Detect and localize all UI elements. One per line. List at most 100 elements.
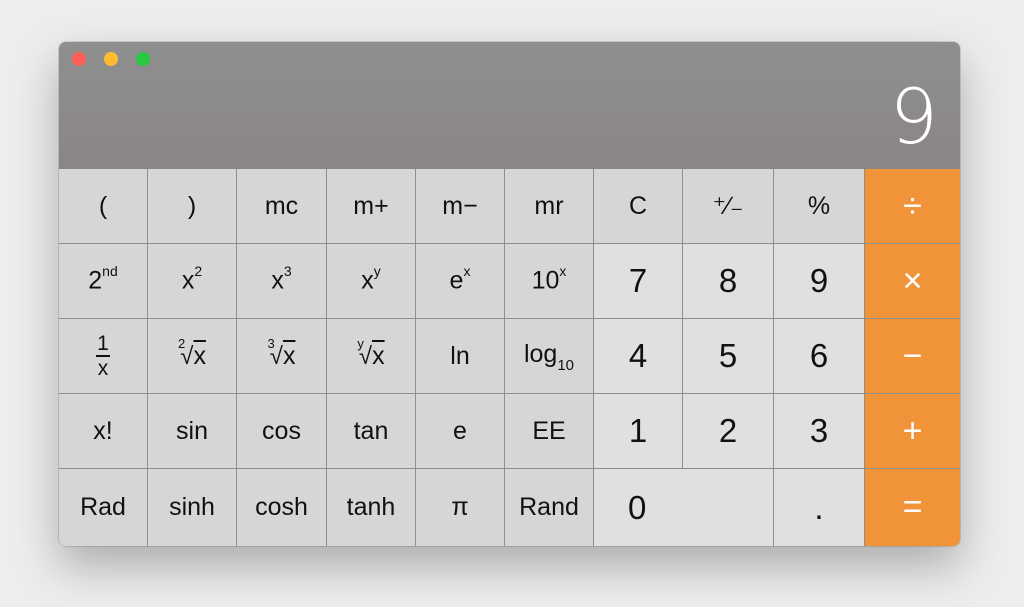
ten-power-x-exp: x — [559, 263, 567, 280]
digit-5-button[interactable]: 5 — [683, 319, 774, 394]
minimize-button[interactable] — [104, 52, 118, 66]
digit-4-button[interactable]: 4 — [594, 319, 683, 394]
x-cubed-base: x — [271, 266, 284, 295]
percent-button[interactable]: % — [774, 169, 865, 244]
equals-button[interactable]: = — [865, 469, 960, 546]
reciprocal-button[interactable]: 1 x — [59, 319, 148, 394]
ee-label: EE — [532, 416, 566, 445]
x-power-y-label: xy — [361, 263, 381, 295]
clear-label: C — [628, 191, 648, 220]
reciprocal-numerator: 1 — [97, 332, 109, 355]
digit-3-button[interactable]: 3 — [774, 394, 865, 469]
digit-6-label: 6 — [809, 337, 829, 374]
x-cubed-label: x3 — [271, 263, 291, 295]
reciprocal-label: 1 x — [96, 333, 110, 379]
close-paren-button[interactable]: ) — [148, 169, 237, 244]
log10-label: log10 — [523, 340, 575, 374]
display-panel: 9 — [59, 42, 960, 169]
second-function-button[interactable]: 2nd — [59, 244, 148, 319]
rad-label: Rad — [80, 493, 126, 521]
x-squared-label: x2 — [181, 263, 203, 295]
sin-label: sin — [176, 416, 208, 445]
x-cubed-button[interactable]: x3 — [237, 244, 327, 319]
y-root-index: y — [357, 336, 364, 352]
digit-2-button[interactable]: 2 — [683, 394, 774, 469]
mr-label: mr — [534, 191, 564, 220]
clear-button[interactable]: C — [594, 169, 683, 244]
digit-1-button[interactable]: 1 — [594, 394, 683, 469]
reciprocal-denominator: x — [97, 357, 109, 380]
cube-root-label: 3√x — [268, 336, 296, 371]
x-squared-base: x — [181, 266, 195, 295]
sign-toggle-label: ⁺∕₋ — [712, 192, 744, 220]
x-squared-button[interactable]: x2 — [148, 244, 237, 319]
m-minus-button[interactable]: m− — [416, 169, 505, 244]
open-paren-button[interactable]: ( — [59, 169, 148, 244]
digit-9-button[interactable]: 9 — [774, 244, 865, 319]
second-sup-text: nd — [102, 263, 118, 280]
decimal-button[interactable]: . — [774, 469, 865, 546]
log-subscript: 10 — [557, 357, 575, 374]
e-power-x-label: ex — [449, 263, 471, 295]
m-plus-label: m+ — [353, 191, 389, 220]
tan-button[interactable]: tan — [327, 394, 416, 469]
factorial-label: x! — [93, 416, 113, 445]
digit-0-label: 0 — [628, 488, 647, 526]
mc-button[interactable]: mc — [237, 169, 327, 244]
digit-4-label: 4 — [628, 337, 648, 374]
sinh-button[interactable]: sinh — [148, 469, 237, 546]
zoom-button[interactable] — [136, 52, 150, 66]
x-squared-exp: 2 — [194, 263, 203, 280]
mr-button[interactable]: mr — [505, 169, 594, 244]
minus-icon: − — [902, 336, 923, 375]
plus-icon: + — [902, 411, 923, 450]
close-button[interactable] — [72, 52, 86, 66]
y-root-button[interactable]: y√x — [327, 319, 416, 394]
digit-1-label: 1 — [628, 412, 648, 449]
digit-8-button[interactable]: 8 — [683, 244, 774, 319]
cube-root-radicand: x — [282, 341, 296, 370]
ln-button[interactable]: ln — [416, 319, 505, 394]
square-root-radicand: x — [193, 341, 206, 370]
digit-9-label: 9 — [809, 262, 829, 299]
digit-7-button[interactable]: 7 — [594, 244, 683, 319]
e-power-x-exp: x — [463, 263, 471, 280]
rad-button[interactable]: Rad — [59, 469, 148, 546]
close-paren-label: ) — [187, 191, 197, 220]
log10-button[interactable]: log10 — [505, 319, 594, 394]
square-root-button[interactable]: 2√x — [148, 319, 237, 394]
log-base-text: log — [523, 340, 558, 368]
subtract-button[interactable]: − — [865, 319, 960, 394]
digit-6-button[interactable]: 6 — [774, 319, 865, 394]
cos-button[interactable]: cos — [237, 394, 327, 469]
digit-3-label: 3 — [809, 412, 829, 449]
e-power-x-base: e — [449, 266, 464, 295]
add-button[interactable]: + — [865, 394, 960, 469]
cube-root-button[interactable]: 3√x — [237, 319, 327, 394]
equals-icon: = — [902, 488, 923, 526]
y-root-radicand: x — [372, 341, 385, 370]
percent-label: % — [807, 191, 831, 220]
sign-toggle-button[interactable]: ⁺∕₋ — [683, 169, 774, 244]
m-plus-button[interactable]: m+ — [327, 169, 416, 244]
factorial-button[interactable]: x! — [59, 394, 148, 469]
divide-button[interactable]: ÷ — [865, 169, 960, 244]
multiply-button[interactable]: × — [865, 244, 960, 319]
cosh-button[interactable]: cosh — [237, 469, 327, 546]
digit-7-label: 7 — [628, 262, 648, 299]
e-power-x-button[interactable]: ex — [416, 244, 505, 319]
ten-power-x-base: 10 — [531, 266, 560, 295]
x-power-y-button[interactable]: xy — [327, 244, 416, 319]
square-root-label: 2√x — [178, 336, 206, 371]
rand-button[interactable]: Rand — [505, 469, 594, 546]
open-paren-label: ( — [98, 191, 108, 220]
pi-button[interactable]: π — [416, 469, 505, 546]
ee-button[interactable]: EE — [505, 394, 594, 469]
tanh-button[interactable]: tanh — [327, 469, 416, 546]
ten-power-x-button[interactable]: 10x — [505, 244, 594, 319]
sin-button[interactable]: sin — [148, 394, 237, 469]
digit-0-button[interactable]: 0 — [594, 469, 774, 546]
e-constant-button[interactable]: e — [416, 394, 505, 469]
y-root-label: y√x — [357, 336, 385, 371]
ten-power-x-label: 10x — [531, 263, 567, 295]
